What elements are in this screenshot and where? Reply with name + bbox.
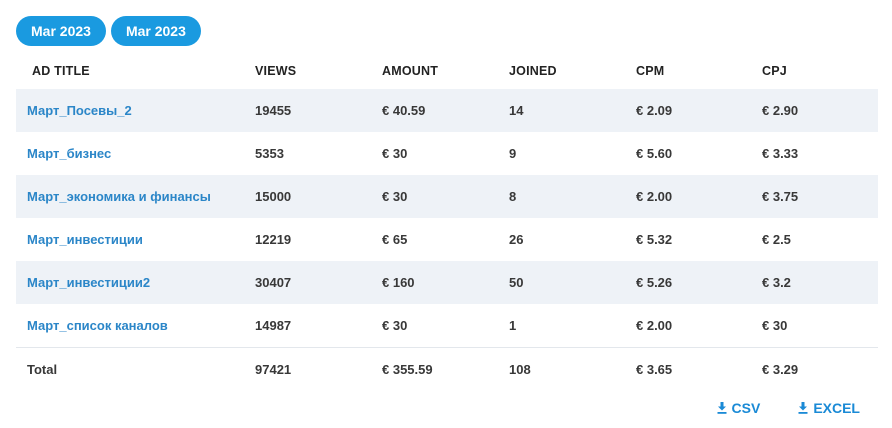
joined-cell: 8 [509, 189, 517, 204]
table-header: AD TITLE VIEWS AMOUNT JOINED CPM CPJ [16, 55, 878, 87]
date-filter-start[interactable]: Mar 2023 [16, 16, 106, 46]
table-row: Март_экономика и финансы 15000 € 30 8 € … [16, 175, 878, 218]
cpm-cell: € 5.32 [636, 232, 673, 247]
cpj-cell: € 3.2 [762, 275, 791, 290]
table-row: Март_список каналов 14987 € 30 1 € 2.00 … [16, 304, 878, 347]
ad-title-link[interactable]: Март_бизнес [16, 146, 255, 161]
export-excel-label: EXCEL [813, 400, 860, 416]
amount-cell: € 40.59 [382, 103, 426, 118]
download-icon [717, 402, 727, 414]
amount-cell: € 65 [382, 232, 408, 247]
cpm-cell: € 2.00 [636, 189, 673, 204]
col-header-amount[interactable]: AMOUNT [382, 64, 509, 78]
views-cell: 14987 [255, 318, 292, 333]
ad-title-link[interactable]: Март_инвестиции2 [16, 275, 255, 290]
download-icon [798, 402, 808, 414]
total-views: 97421 [255, 361, 292, 377]
cpj-cell: € 2.5 [762, 232, 791, 247]
total-label: Total [27, 361, 58, 377]
export-excel-button[interactable]: EXCEL [798, 400, 860, 416]
joined-cell: 26 [509, 232, 524, 247]
ad-title-link[interactable]: Март_список каналов [16, 318, 255, 333]
ad-title-link[interactable]: Март_инвестиции [16, 232, 255, 247]
ad-stats-panel: Mar 2023 Mar 2023 AD TITLE VIEWS AMOUNT … [0, 0, 892, 428]
col-header-cpm[interactable]: CPM [636, 64, 762, 78]
cpm-cell: € 5.60 [636, 146, 673, 161]
total-cpm: € 3.65 [636, 361, 673, 377]
views-cell: 5353 [255, 146, 284, 161]
col-header-views[interactable]: VIEWS [255, 64, 382, 78]
joined-cell: 14 [509, 103, 524, 118]
cpm-cell: € 2.00 [636, 318, 673, 333]
table-total-row: Total 97421 € 355.59 108 € 3.65 € 3.29 [16, 347, 878, 390]
table-row: Март_бизнес 5353 € 30 9 € 5.60 € 3.33 [16, 132, 878, 175]
total-cpj: € 3.29 [762, 361, 799, 377]
date-filter-end[interactable]: Mar 2023 [110, 16, 201, 46]
total-amount: € 355.59 [382, 361, 433, 377]
views-cell: 19455 [255, 103, 292, 118]
amount-cell: € 30 [382, 189, 408, 204]
views-cell: 30407 [255, 275, 292, 290]
date-filters: Mar 2023 Mar 2023 [16, 16, 201, 46]
views-cell: 15000 [255, 189, 292, 204]
ad-title-link[interactable]: Март_экономика и финансы [16, 189, 255, 204]
ad-title-link[interactable]: Март_Посевы_2 [16, 103, 255, 118]
cpm-cell: € 5.26 [636, 275, 673, 290]
table-row: Март_Посевы_2 19455 € 40.59 14 € 2.09 € … [16, 89, 878, 132]
views-cell: 12219 [255, 232, 292, 247]
export-csv-label: CSV [731, 400, 761, 416]
table-row: Март_инвестиции 12219 € 65 26 € 5.32 € 2… [16, 218, 878, 261]
cpm-cell: € 2.09 [636, 103, 673, 118]
total-joined: 108 [509, 361, 531, 377]
cpj-cell: € 30 [762, 318, 788, 333]
col-header-ad-title[interactable]: AD TITLE [16, 64, 255, 78]
amount-cell: € 30 [382, 146, 408, 161]
joined-cell: 50 [509, 275, 524, 290]
cpj-cell: € 2.90 [762, 103, 799, 118]
joined-cell: 9 [509, 146, 517, 161]
cpj-cell: € 3.33 [762, 146, 799, 161]
col-header-cpj[interactable]: CPJ [762, 64, 878, 78]
col-header-joined[interactable]: JOINED [509, 64, 636, 78]
export-csv-button[interactable]: CSV [717, 400, 761, 416]
amount-cell: € 160 [382, 275, 415, 290]
cpj-cell: € 3.75 [762, 189, 799, 204]
joined-cell: 1 [509, 318, 517, 333]
export-actions: CSV EXCEL [717, 400, 860, 416]
ads-table: AD TITLE VIEWS AMOUNT JOINED CPM CPJ Мар… [16, 55, 878, 390]
table-row: Март_инвестиции2 30407 € 160 50 € 5.26 €… [16, 261, 878, 304]
amount-cell: € 30 [382, 318, 408, 333]
